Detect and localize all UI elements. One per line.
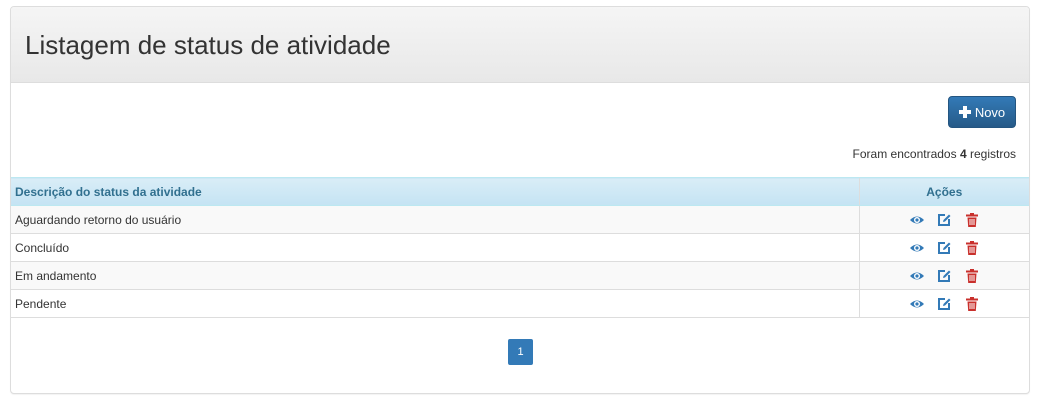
- status-list-panel: Listagem de status de atividade Novo For…: [10, 6, 1030, 394]
- results-count: Foram encontrados 4 registros: [853, 147, 1016, 161]
- edit-icon[interactable]: [936, 268, 952, 284]
- plus-icon: [958, 106, 971, 118]
- row-actions: [858, 289, 1029, 318]
- eye-icon[interactable]: [909, 212, 925, 228]
- pagination-page-1[interactable]: 1: [508, 339, 533, 365]
- row-description: Pendente: [11, 289, 859, 318]
- page-title: Listagem de status de atividade: [25, 30, 391, 60]
- trash-icon[interactable]: [964, 268, 980, 284]
- edit-icon[interactable]: [936, 212, 952, 228]
- panel-heading: Listagem de status de atividade: [11, 7, 1029, 83]
- row-description: Em andamento: [11, 261, 859, 290]
- eye-icon[interactable]: [909, 296, 925, 312]
- row-actions: [858, 205, 1029, 234]
- table-row: Aguardando retorno do usuário: [11, 205, 1029, 234]
- table-row: Pendente: [11, 289, 1029, 318]
- new-button[interactable]: Novo: [948, 96, 1016, 128]
- table-row: Concluído: [11, 233, 1029, 262]
- eye-icon[interactable]: [909, 268, 925, 284]
- new-button-label: Novo: [974, 104, 1006, 120]
- row-description: Concluído: [11, 233, 859, 262]
- eye-icon[interactable]: [909, 240, 925, 256]
- trash-icon[interactable]: [964, 296, 980, 312]
- row-actions: [858, 261, 1029, 290]
- trash-icon[interactable]: [964, 212, 980, 228]
- column-description-header[interactable]: Descrição do status da atividade: [11, 177, 859, 206]
- edit-icon[interactable]: [936, 296, 952, 312]
- column-actions-header: Ações: [858, 177, 1029, 206]
- table-header-row: Descrição do status da atividade Ações: [11, 177, 1029, 206]
- trash-icon[interactable]: [964, 240, 980, 256]
- status-table: Descrição do status da atividade Ações A…: [11, 177, 1029, 318]
- row-actions: [858, 233, 1029, 262]
- results-suffix: registros: [969, 147, 1016, 161]
- results-prefix: Foram encontrados: [852, 147, 957, 161]
- table-row: Em andamento: [11, 261, 1029, 290]
- results-number: 4: [959, 147, 967, 161]
- row-description: Aguardando retorno do usuário: [11, 205, 859, 234]
- edit-icon[interactable]: [936, 240, 952, 256]
